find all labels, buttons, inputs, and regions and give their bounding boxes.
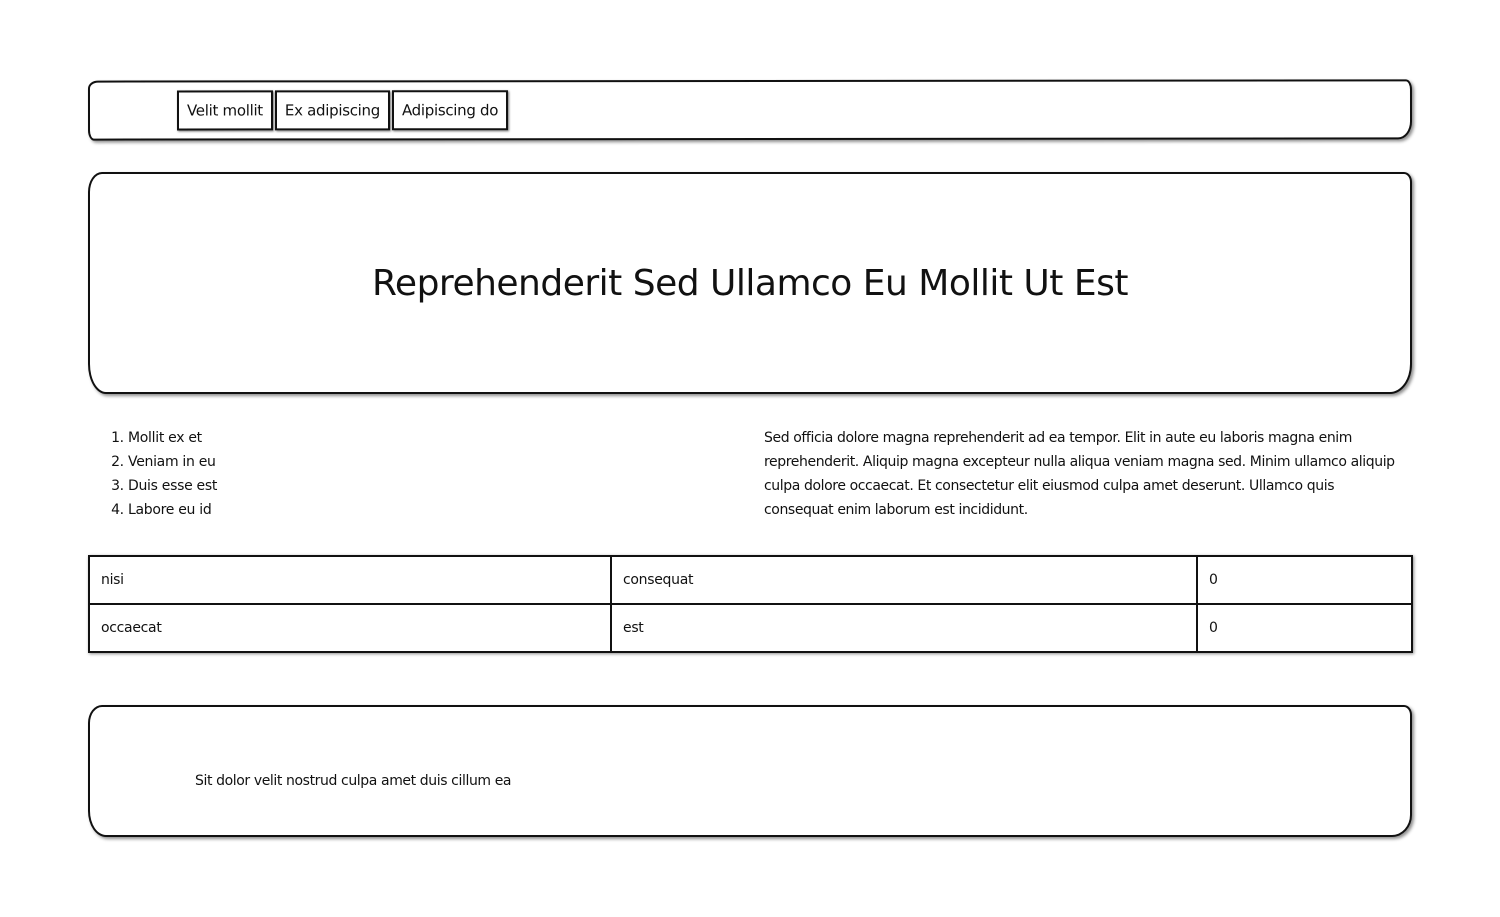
data-table-wrapper: nisi consequat 0 occaecat est 0 xyxy=(88,555,1413,653)
table-cell: consequat xyxy=(610,555,1198,605)
ordered-list: Mollit ex et Veniam in eu Duis esse est … xyxy=(88,426,217,522)
table-cell: nisi xyxy=(88,555,612,605)
table-row: nisi consequat 0 xyxy=(88,555,1413,605)
nav-button-velit-mollit[interactable]: Velit mollit xyxy=(176,90,273,131)
table-cell: est xyxy=(610,603,1198,653)
page: Velit mollit Ex adipiscing Adipiscing do… xyxy=(0,0,1500,917)
list-item: Veniam in eu xyxy=(128,450,217,474)
footer: Sit dolor velit nostrud culpa amet duis … xyxy=(88,705,1412,837)
hero-title: Reprehenderit Sed Ullamco Eu Mollit Ut E… xyxy=(372,262,1128,304)
list-item: Duis esse est xyxy=(128,474,217,498)
data-table: nisi consequat 0 occaecat est 0 xyxy=(88,555,1413,653)
table-cell: 0 xyxy=(1196,603,1413,653)
footer-text: Sit dolor velit nostrud culpa amet duis … xyxy=(195,773,512,789)
nav-bar: Velit mollit Ex adipiscing Adipiscing do xyxy=(87,79,1413,141)
list-item: Labore eu id xyxy=(128,498,217,522)
nav-button-adipiscing-do[interactable]: Adipiscing do xyxy=(391,90,509,131)
table-row: occaecat est 0 xyxy=(88,603,1413,653)
table-cell: occaecat xyxy=(88,603,612,653)
table-cell: 0 xyxy=(1196,555,1413,605)
hero-banner: Reprehenderit Sed Ullamco Eu Mollit Ut E… xyxy=(88,172,1412,394)
nav-button-group: Velit mollit Ex adipiscing Adipiscing do xyxy=(176,90,510,131)
list-item: Mollit ex et xyxy=(128,426,217,450)
body-paragraph: Sed officia dolore magna reprehenderit a… xyxy=(764,430,1395,518)
nav-button-ex-adipiscing[interactable]: Ex adipiscing xyxy=(274,90,390,131)
